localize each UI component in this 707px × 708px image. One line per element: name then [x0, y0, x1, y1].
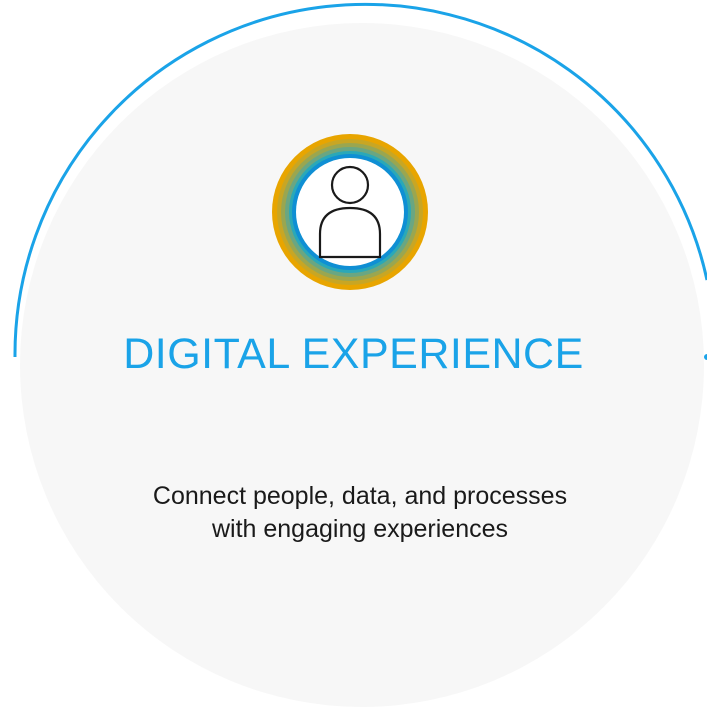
badge-center [296, 158, 404, 266]
badge [272, 134, 428, 290]
card-title: DIGITAL EXPERIENCE [123, 330, 584, 378]
digital-experience-card: DIGITAL EXPERIENCE Connect people, data,… [0, 0, 707, 708]
card-description: Connect people, data, and processes with… [152, 482, 568, 543]
